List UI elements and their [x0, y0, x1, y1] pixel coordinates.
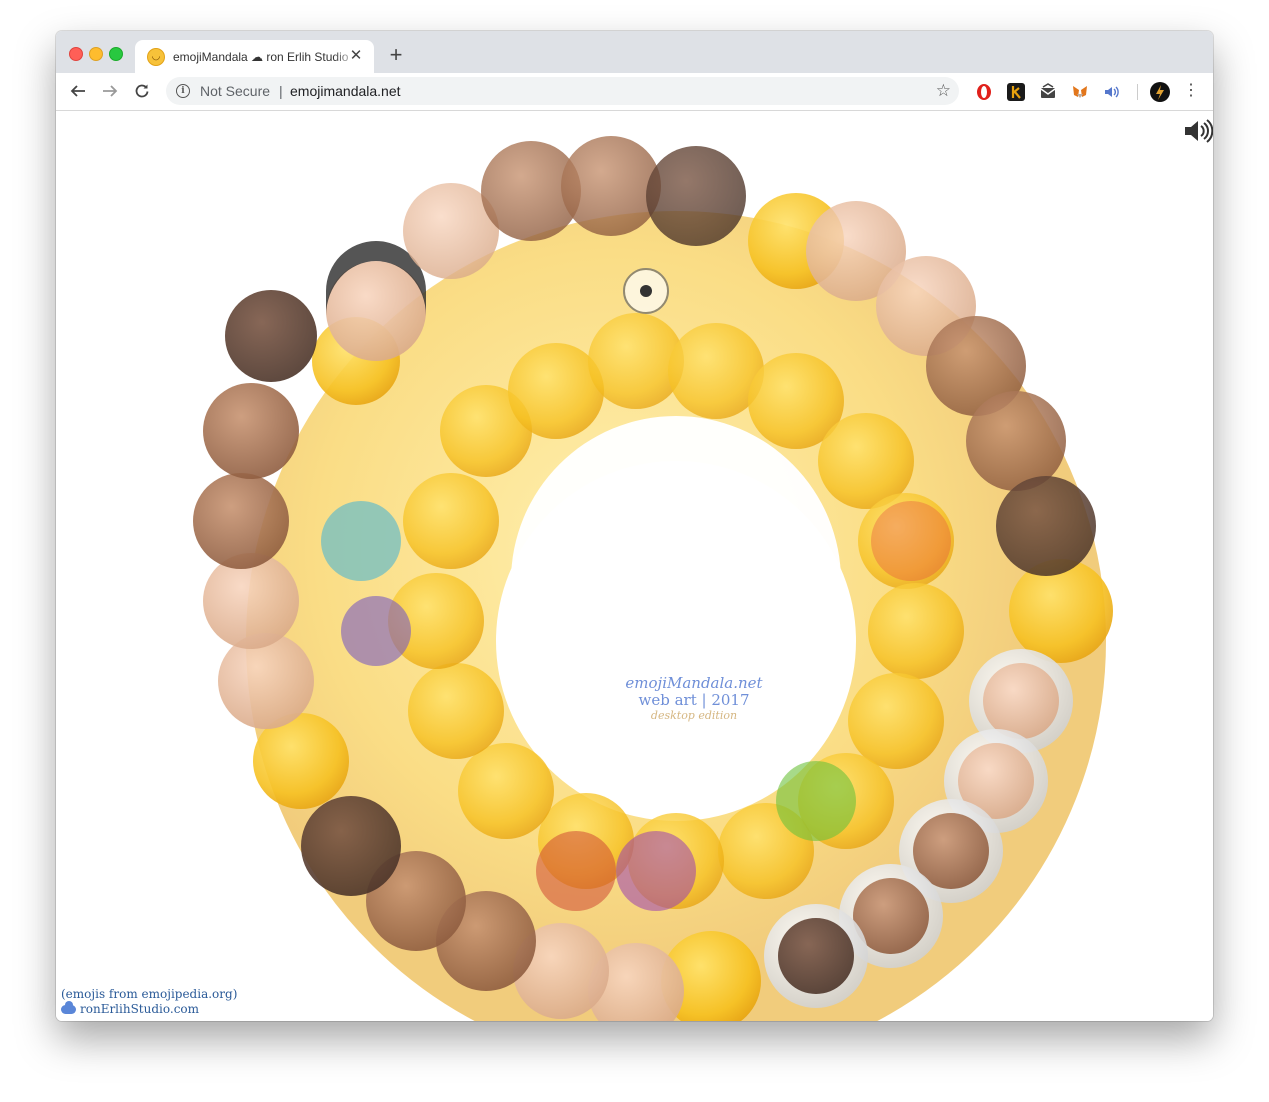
site-name[interactable]: emojiMandala.net: [624, 675, 764, 692]
tab-title: emojiMandala ☁ ron Erlih Studio: [173, 49, 349, 64]
browser-menu-button[interactable]: ⋮: [1183, 81, 1199, 101]
bookmark-star-icon[interactable]: ☆: [936, 81, 951, 101]
browser-toolbar: i Not Secure | emojimandala.net ☆ ⋮: [56, 73, 1213, 111]
zoom-window-button[interactable]: [109, 47, 123, 61]
security-label: Not Secure: [200, 83, 271, 99]
speaker-icon[interactable]: [1183, 118, 1213, 144]
emoji-source-credit[interactable]: (emojis from emojipedia.org): [61, 987, 237, 1002]
site-credit: emojiMandala.net web art | 2017 desktop …: [624, 675, 764, 723]
toolbar-divider: [1137, 84, 1138, 100]
sound-extension-icon[interactable]: [1103, 83, 1121, 101]
avatar[interactable]: [1150, 82, 1170, 102]
cloud-icon: [61, 1001, 76, 1014]
omnibox-separator: |: [279, 83, 283, 99]
k-extension-icon[interactable]: [1007, 83, 1025, 101]
tab-strip: ◡ emojiMandala ☁ ron Erlih Studio ✕ +: [56, 31, 1213, 73]
metamask-fox-icon[interactable]: [1071, 83, 1089, 101]
emoji-mandala-artwork: [193, 136, 1113, 1021]
url-text[interactable]: emojimandala.net: [290, 83, 401, 99]
new-tab-button[interactable]: +: [386, 44, 406, 66]
browser-window: ◡ emojiMandala ☁ ron Erlih Studio ✕ + i …: [56, 31, 1213, 1021]
back-arrow-icon[interactable]: [68, 81, 88, 101]
site-subtitle: web art | 2017: [638, 691, 750, 709]
studio-link-row[interactable]: ronErlihStudio.com: [61, 1001, 237, 1017]
studio-link[interactable]: ronErlihStudio.com: [80, 1002, 199, 1017]
footer: (emojis from emojipedia.org) ronErlihStu…: [61, 987, 237, 1017]
opera-icon[interactable]: [975, 83, 993, 101]
mail-extension-icon[interactable]: [1039, 83, 1057, 101]
close-icon[interactable]: ✕: [348, 48, 364, 64]
minimize-window-button[interactable]: [89, 47, 103, 61]
tab-emojimandala[interactable]: ◡ emojiMandala ☁ ron Erlih Studio ✕: [135, 40, 374, 73]
address-bar[interactable]: i Not Secure | emojimandala.net ☆: [166, 77, 959, 105]
edition-label: desktop edition: [650, 709, 738, 722]
page-content: emojiMandala.net web art | 2017 desktop …: [56, 111, 1213, 1021]
smiling-face-icon: ◡: [147, 47, 165, 66]
reload-icon[interactable]: [132, 81, 152, 101]
close-window-button[interactable]: [69, 47, 83, 61]
forward-arrow-icon[interactable]: [100, 81, 120, 101]
info-icon[interactable]: i: [176, 84, 190, 98]
